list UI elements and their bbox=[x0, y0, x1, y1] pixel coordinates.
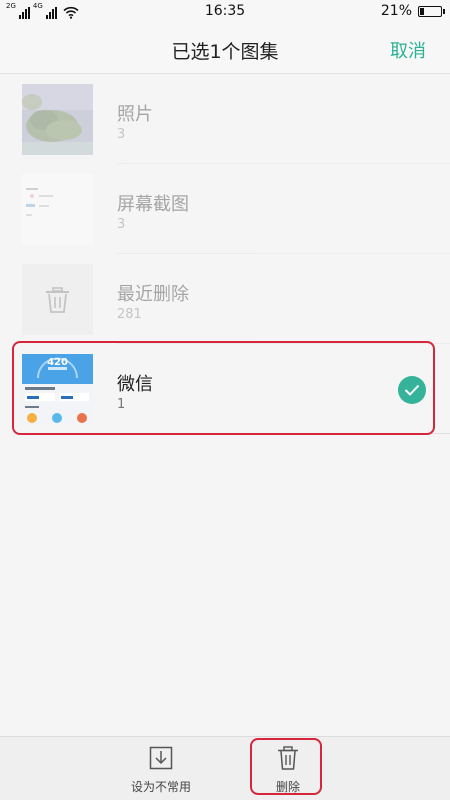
album-row-wechat[interactable]: 420 微信 1 bbox=[0, 344, 450, 434]
set-uncommon-button[interactable]: 设为不常用 bbox=[116, 745, 206, 795]
bottom-toolbar: 设为不常用 删除 bbox=[0, 736, 450, 800]
checkmark-icon bbox=[404, 384, 420, 396]
album-count: 281 bbox=[117, 307, 142, 322]
header-bar: 已选1个图集 取消 bbox=[0, 24, 450, 74]
move-down-icon bbox=[149, 746, 173, 770]
battery-level bbox=[420, 7, 424, 15]
album-row-photos[interactable]: 照片 3 bbox=[0, 74, 450, 164]
album-thumbnail-photos bbox=[22, 84, 93, 155]
landscape-photo-icon bbox=[22, 84, 93, 155]
cancel-button[interactable]: 取消 bbox=[390, 37, 426, 63]
wechat-thumb-score: 420 bbox=[47, 357, 68, 368]
delete-label: 删除 bbox=[275, 780, 300, 794]
row-divider bbox=[117, 433, 450, 434]
page-title: 已选1个图集 bbox=[171, 41, 279, 63]
battery-percent: 21% bbox=[380, 3, 412, 19]
album-name: 最近删除 bbox=[117, 284, 189, 305]
trash-icon bbox=[46, 287, 69, 313]
album-thumbnail-wechat: 420 bbox=[22, 354, 93, 425]
trash-icon bbox=[278, 746, 298, 770]
album-thumbnail-screenshots bbox=[22, 174, 93, 245]
album-thumbnail-recently-deleted bbox=[22, 264, 93, 335]
status-bar: 2G 4G 16:35 21% bbox=[0, 0, 450, 24]
delete-button[interactable]: 删除 bbox=[243, 745, 333, 795]
album-row-recently-deleted[interactable]: 最近删除 281 bbox=[0, 254, 450, 344]
battery-icon bbox=[418, 5, 445, 17]
album-count: 1 bbox=[117, 397, 126, 412]
album-row-screenshots[interactable]: 屏幕截图 3 bbox=[0, 164, 450, 254]
set-uncommon-label: 设为不常用 bbox=[130, 780, 191, 794]
screenshot-thumbnail-icon bbox=[22, 174, 93, 245]
album-name: 屏幕截图 bbox=[117, 194, 189, 215]
battery-area: 21% bbox=[380, 3, 445, 19]
album-name: 微信 bbox=[117, 374, 153, 395]
album-count: 3 bbox=[117, 217, 126, 232]
album-name: 照片 bbox=[117, 104, 153, 125]
selected-check-icon[interactable] bbox=[398, 376, 426, 404]
album-count: 3 bbox=[117, 127, 126, 142]
